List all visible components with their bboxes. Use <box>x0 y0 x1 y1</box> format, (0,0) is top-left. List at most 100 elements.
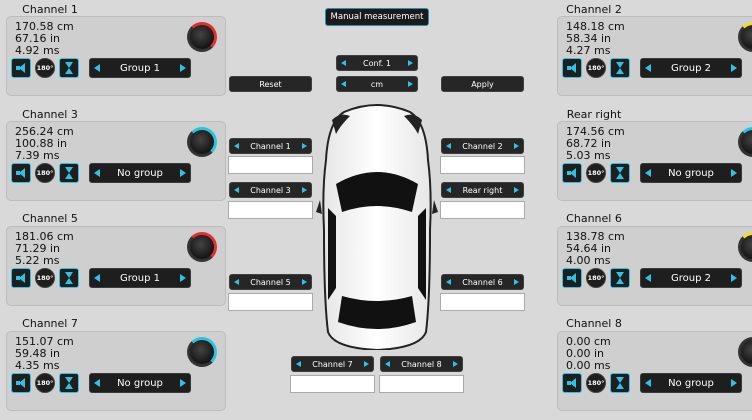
channel6-knob[interactable] <box>738 232 752 262</box>
arrow-right-icon[interactable] <box>180 274 186 282</box>
channel2-group-selector[interactable]: Group 2 <box>640 58 742 78</box>
channel2-phase-button[interactable]: 180° <box>586 58 606 78</box>
arrow-left-icon[interactable] <box>446 279 451 285</box>
arrow-right-icon[interactable] <box>408 60 413 66</box>
apply-button[interactable]: Apply <box>441 76 524 92</box>
channel3-phase-button[interactable]: 180° <box>35 163 55 183</box>
channel8-delay-button[interactable] <box>610 373 630 393</box>
arrow-right-icon[interactable] <box>180 379 186 387</box>
arrow-left-icon[interactable] <box>296 361 301 367</box>
center-channel5-label: Channel 5 <box>250 277 291 287</box>
rear-right-phase-button[interactable]: 180° <box>586 163 606 183</box>
channel2-title: Channel 2 <box>566 3 622 16</box>
channel8-input[interactable] <box>379 375 464 393</box>
speaker-icon <box>567 378 577 388</box>
channel1-speaker-button[interactable] <box>11 58 31 78</box>
channel5-delay-button[interactable] <box>59 268 79 288</box>
channel2-knob[interactable] <box>738 22 752 52</box>
rear-right-group-label: No group <box>668 167 714 179</box>
arrow-right-icon[interactable] <box>731 64 737 72</box>
center-channel1-button[interactable]: Channel 1 <box>229 138 312 154</box>
arrow-right-icon[interactable] <box>453 361 458 367</box>
channel3-input[interactable] <box>228 201 313 219</box>
center-channel2-button[interactable]: Channel 2 <box>441 138 524 154</box>
channel8-group-label: No group <box>668 377 714 389</box>
channel2-speaker-button[interactable] <box>562 58 582 78</box>
arrow-right-icon[interactable] <box>364 361 369 367</box>
channel7-input[interactable] <box>290 375 375 393</box>
channel7-phase-button[interactable]: 180° <box>35 373 55 393</box>
channel3-group-selector[interactable]: No group <box>89 163 191 183</box>
channel7-group-selector[interactable]: No group <box>89 373 191 393</box>
channel6-input[interactable] <box>440 293 525 311</box>
center-channel7-button[interactable]: Channel 7 <box>291 356 374 372</box>
hourglass-icon <box>616 377 624 389</box>
arrow-right-icon[interactable] <box>731 169 737 177</box>
arrow-right-icon[interactable] <box>408 81 413 87</box>
channel8-speaker-button[interactable] <box>562 373 582 393</box>
channel6-speaker-button[interactable] <box>562 268 582 288</box>
arrow-right-icon[interactable] <box>302 187 307 193</box>
arrow-right-icon[interactable] <box>302 279 307 285</box>
channel7-speaker-button[interactable] <box>11 373 31 393</box>
channel7-knob[interactable] <box>187 337 217 367</box>
rear-right-group-selector[interactable]: No group <box>640 163 742 183</box>
center-channel8-button[interactable]: Channel 8 <box>380 356 463 372</box>
config-selector[interactable]: Conf. 1 <box>336 55 418 71</box>
reset-button[interactable]: Reset <box>229 76 312 92</box>
channel8-group-selector[interactable]: No group <box>640 373 742 393</box>
channel5-knob[interactable] <box>187 232 217 262</box>
arrow-right-icon[interactable] <box>180 169 186 177</box>
channel7-delay-button[interactable] <box>59 373 79 393</box>
channel1-knob[interactable] <box>187 22 217 52</box>
channel5-speaker-button[interactable] <box>11 268 31 288</box>
rear-right-input[interactable] <box>440 201 525 219</box>
arrow-left-icon[interactable] <box>341 60 346 66</box>
arrow-right-icon[interactable] <box>731 379 737 387</box>
unit-selector[interactable]: cm <box>336 76 418 92</box>
channel5-input[interactable] <box>228 293 313 311</box>
channel2-delay-button[interactable] <box>610 58 630 78</box>
arrow-right-icon[interactable] <box>731 274 737 282</box>
channel1-input[interactable] <box>228 156 313 174</box>
arrow-right-icon[interactable] <box>514 279 519 285</box>
arrow-left-icon[interactable] <box>234 187 239 193</box>
manual-measurement-button[interactable]: Manual measurement <box>325 8 429 26</box>
channel6-delay-button[interactable] <box>610 268 630 288</box>
rear-right-knob[interactable] <box>738 127 752 157</box>
channel5-group-selector[interactable]: Group 1 <box>89 268 191 288</box>
arrow-left-icon[interactable] <box>385 361 390 367</box>
center-rear-right-button[interactable]: Rear right <box>441 182 524 198</box>
arrow-left-icon[interactable] <box>234 279 239 285</box>
channel6-group-selector[interactable]: Group 2 <box>640 268 742 288</box>
channel5-phase-button[interactable]: 180° <box>35 268 55 288</box>
channel3-knob[interactable] <box>187 127 217 157</box>
arrow-left-icon[interactable] <box>446 187 451 193</box>
center-channel3-button[interactable]: Channel 3 <box>229 182 312 198</box>
arrow-right-icon[interactable] <box>302 143 307 149</box>
rear-right-delay-button[interactable] <box>610 163 630 183</box>
channel2-input[interactable] <box>440 156 525 174</box>
speaker-icon <box>16 273 26 283</box>
arrow-left-icon[interactable] <box>341 81 346 87</box>
rear-right-speaker-button[interactable] <box>562 163 582 183</box>
channel6-phase-button[interactable]: 180° <box>586 268 606 288</box>
center-channel6-button[interactable]: Channel 6 <box>441 274 524 290</box>
phase-180-icon: 180° <box>36 64 54 72</box>
channel3-delay-button[interactable] <box>59 163 79 183</box>
channel3-speaker-button[interactable] <box>11 163 31 183</box>
arrow-right-icon[interactable] <box>514 187 519 193</box>
channel8-phase-button[interactable]: 180° <box>586 373 606 393</box>
channel8-knob[interactable] <box>738 337 752 367</box>
channel8-panel: 0.00 cm 0.00 in 0.00 ms 180° No group <box>557 331 752 411</box>
arrow-right-icon[interactable] <box>180 64 186 72</box>
channel1-title: Channel 1 <box>22 3 78 16</box>
center-channel5-button[interactable]: Channel 5 <box>229 274 312 290</box>
phase-180-icon: 180° <box>587 379 605 387</box>
arrow-left-icon[interactable] <box>446 143 451 149</box>
arrow-right-icon[interactable] <box>514 143 519 149</box>
channel1-group-selector[interactable]: Group 1 <box>89 58 191 78</box>
channel1-delay-button[interactable] <box>59 58 79 78</box>
arrow-left-icon[interactable] <box>234 143 239 149</box>
channel1-phase-button[interactable]: 180° <box>35 58 55 78</box>
